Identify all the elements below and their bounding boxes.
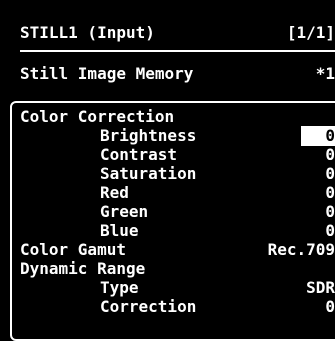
dynamic-range-type-label: Type — [100, 278, 139, 297]
brightness-value[interactable]: 0 — [301, 126, 335, 146]
dynamic-range-type-value[interactable]: SDR — [306, 278, 335, 298]
dynamic-range-correction-label: Correction — [100, 297, 197, 316]
green-label: Green — [100, 202, 149, 221]
color-gamut-row[interactable]: Color Gamut Rec.709 — [20, 240, 335, 260]
menu-header: STILL1 (Input) [1/1] — [20, 20, 335, 46]
red-value[interactable]: 0 — [325, 183, 335, 203]
dynamic-range-correction-row[interactable]: Correction 0 — [20, 297, 335, 317]
green-value[interactable]: 0 — [325, 202, 335, 222]
blue-row[interactable]: Blue 0 — [20, 221, 335, 241]
still-image-memory-row[interactable]: Still Image Memory *1 — [20, 62, 335, 86]
still-image-memory-label: Still Image Memory — [20, 64, 194, 83]
color-gamut-label: Color Gamut — [20, 240, 126, 259]
brightness-row[interactable]: Brightness 0 — [20, 126, 335, 146]
red-label: Red — [100, 183, 129, 202]
contrast-label: Contrast — [100, 145, 178, 164]
green-row[interactable]: Green 0 — [20, 202, 335, 222]
color-gamut-value[interactable]: Rec.709 — [268, 240, 335, 260]
contrast-value[interactable]: 0 — [325, 145, 335, 165]
menu-title: STILL1 (Input) — [20, 23, 155, 42]
saturation-value[interactable]: 0 — [325, 164, 335, 184]
dynamic-range-correction-value[interactable]: 0 — [325, 297, 335, 317]
page-indicator: [1/1] — [286, 23, 335, 42]
dynamic-range-row[interactable]: Dynamic Range — [20, 259, 335, 279]
contrast-row[interactable]: Contrast 0 — [20, 145, 335, 165]
color-correction-label: Color Correction — [20, 107, 175, 126]
brightness-label: Brightness — [100, 126, 197, 145]
blue-label: Blue — [100, 221, 139, 240]
saturation-row[interactable]: Saturation 0 — [20, 164, 335, 184]
red-row[interactable]: Red 0 — [20, 183, 335, 203]
blue-value[interactable]: 0 — [325, 221, 335, 241]
saturation-label: Saturation — [100, 164, 197, 183]
still-image-memory-value: *1 — [315, 64, 335, 83]
dynamic-range-label: Dynamic Range — [20, 259, 146, 278]
header-divider — [20, 50, 335, 52]
color-correction-row[interactable]: Color Correction — [20, 107, 335, 127]
dynamic-range-type-row[interactable]: Type SDR — [20, 278, 335, 298]
